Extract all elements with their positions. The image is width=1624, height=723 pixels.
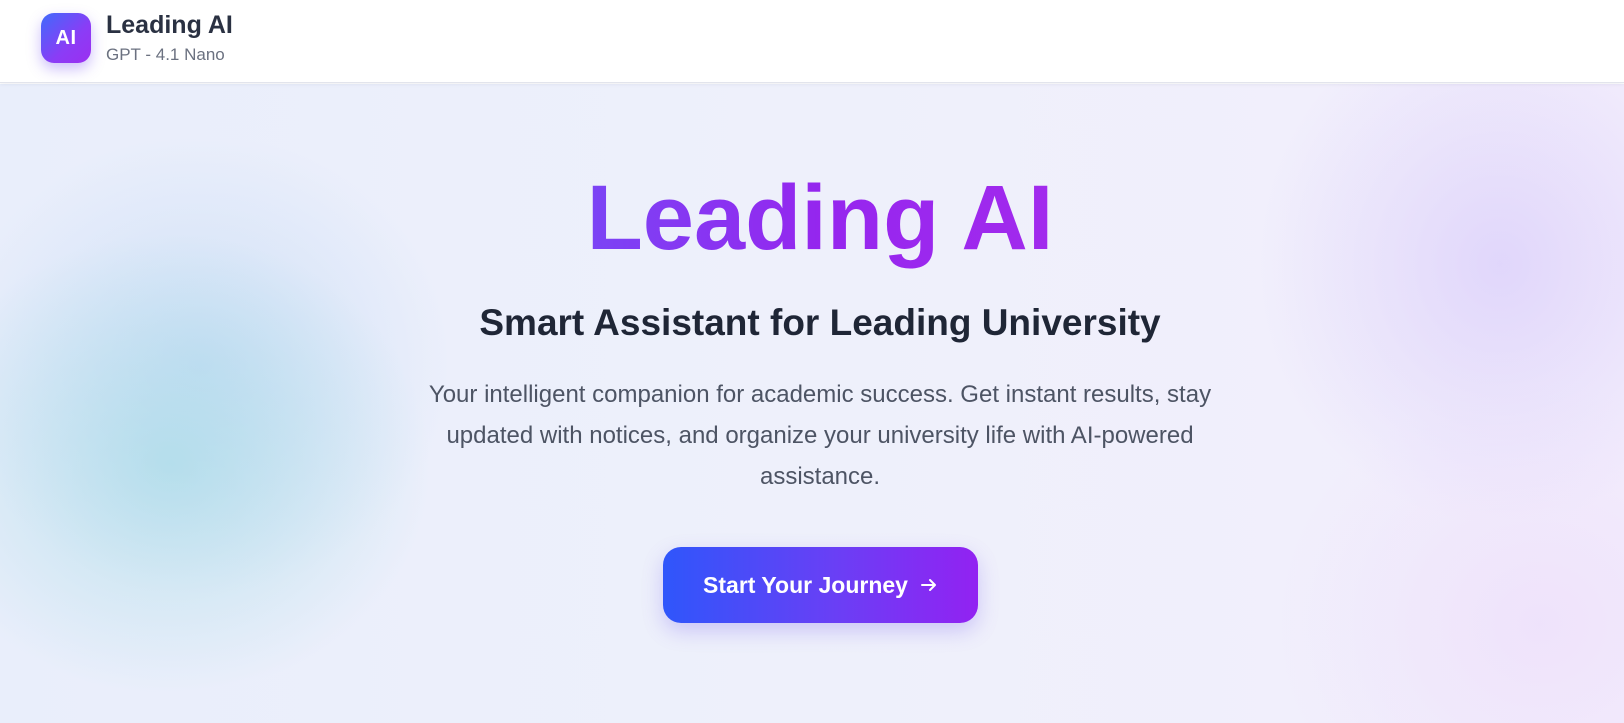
brand-title: Leading AI: [106, 11, 233, 39]
hero-section: Leading AI Smart Assistant for Leading U…: [0, 84, 1624, 723]
start-journey-button[interactable]: Start Your Journey: [663, 547, 978, 623]
logo-badge[interactable]: AI: [41, 13, 91, 63]
hero-title-text: Leading AI: [586, 167, 1054, 269]
cta-label: Start Your Journey: [703, 571, 908, 598]
hero-title: Leading AI: [0, 167, 1624, 269]
brand-subtitle: GPT - 4.1 Nano: [106, 45, 225, 64]
top-header: AI Leading AI GPT - 4.1 Nano: [0, 0, 1624, 83]
hero-description: Your intelligent companion for academic …: [428, 381, 1212, 490]
logo-text: AI: [55, 26, 77, 49]
hero-subtitle: Smart Assistant for Leading University: [479, 302, 1161, 343]
arrow-right-icon: [920, 576, 938, 594]
